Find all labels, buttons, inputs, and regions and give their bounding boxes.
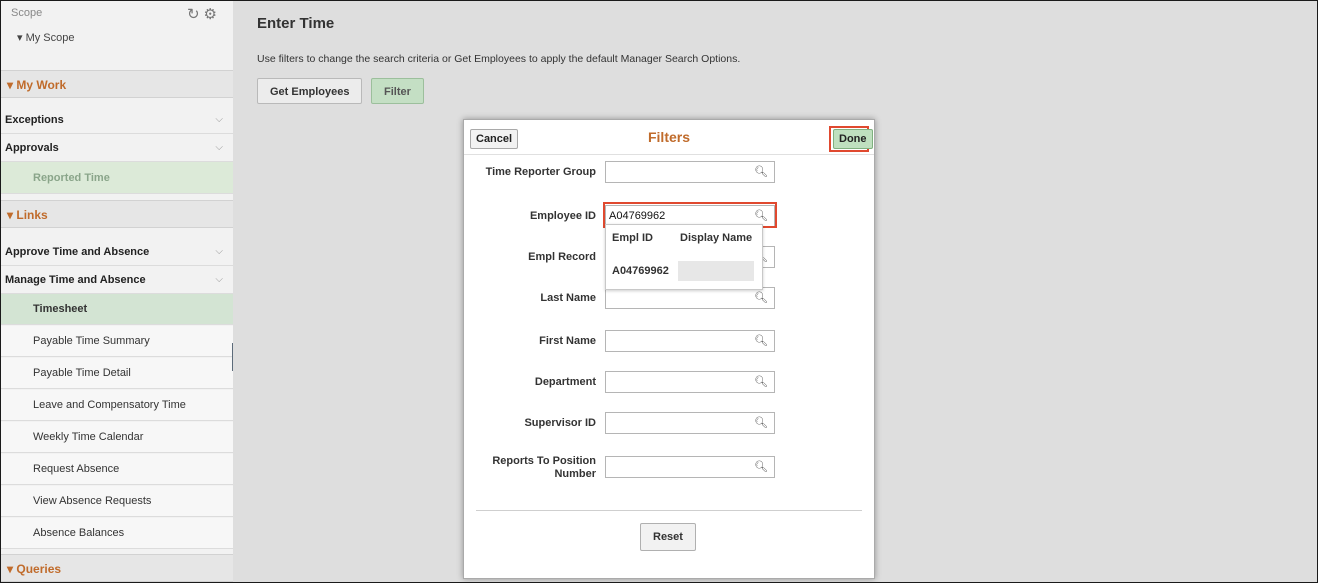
last-name-label: Last Name [540, 292, 596, 304]
nav-weekly-time-calendar[interactable]: Weekly Time Calendar [1, 422, 233, 453]
nav-view-absence-requests-label: View Absence Requests [33, 495, 152, 507]
scope-title: Scope [11, 7, 43, 19]
scope-panel: Scope ↻⚙ ▾ My Scope [1, 1, 233, 65]
reports-to-label-line1: Reports To Position [492, 455, 596, 467]
search-icon[interactable]: 🔍︎ [754, 413, 768, 433]
nav-view-absence-requests[interactable]: View Absence Requests [1, 486, 233, 517]
suggestion-col-empl-id: Empl ID [612, 232, 653, 244]
nav-payable-time-detail-label: Payable Time Detail [33, 367, 131, 379]
modal-divider [476, 510, 862, 511]
empl-record-label: Empl Record [528, 251, 596, 263]
nav-manage-time-absence-label: Manage Time and Absence [5, 274, 146, 286]
sidebar: Scope ↻⚙ ▾ My Scope ▾ My Work Exceptions… [1, 1, 234, 582]
nav-manage-time-absence[interactable]: Manage Time and Absence ⌵ [1, 266, 233, 294]
department-label: Department [534, 376, 596, 388]
reports-to-position-label: Reports To Position Number [464, 455, 596, 481]
get-employees-button[interactable]: Get Employees [257, 78, 363, 104]
nav-request-absence-label: Request Absence [33, 463, 120, 475]
instructions-text: Use filters to change the search criteri… [257, 53, 741, 65]
page-title: Enter Time [257, 15, 335, 32]
done-button[interactable]: Done [833, 129, 873, 149]
search-icon[interactable]: 🔍︎ [754, 331, 768, 351]
filter-button[interactable]: Filter [371, 78, 424, 104]
section-my-work-label: My Work [16, 78, 67, 92]
scope-toolbar: ↻⚙ [187, 5, 221, 23]
suggestion-empl-id: A04769962 [612, 265, 669, 277]
supervisor-id-input[interactable]: 🔍︎ [605, 412, 775, 434]
section-queries[interactable]: ▾ Queries [1, 554, 233, 582]
time-reporter-group-label: Time Reporter Group [485, 166, 596, 178]
nav-request-absence[interactable]: Request Absence [1, 454, 233, 485]
nav-weekly-time-calendar-label: Weekly Time Calendar [33, 431, 144, 443]
nav-timesheet-label: Timesheet [33, 303, 88, 315]
suggestion-display-name-redacted [678, 261, 754, 281]
reports-to-label-line2: Number [554, 468, 596, 480]
refresh-icon[interactable]: ↻ [187, 6, 204, 23]
nav-exceptions-label: Exceptions [5, 114, 64, 126]
gear-icon[interactable]: ⚙ [204, 6, 221, 23]
first-name-label: First Name [539, 335, 596, 347]
nav-approve-time-absence[interactable]: Approve Time and Absence ⌵ [1, 238, 233, 266]
nav-timesheet[interactable]: Timesheet [1, 294, 233, 325]
department-input[interactable]: 🔍︎ [605, 371, 775, 393]
section-my-work[interactable]: ▾ My Work [1, 70, 233, 98]
chevron-down-icon: ⌵ [215, 246, 223, 257]
nav-payable-time-detail[interactable]: Payable Time Detail [1, 358, 233, 389]
section-links[interactable]: ▾ Links [1, 200, 233, 228]
nav-exceptions[interactable]: Exceptions ⌵ [1, 106, 233, 134]
modal-header: Cancel Filters Done [464, 120, 874, 155]
nav-reported-time[interactable]: Reported Time [1, 162, 233, 194]
suggestion-col-display-name: Display Name [680, 232, 753, 244]
supervisor-id-label: Supervisor ID [524, 417, 596, 429]
scope-item-my-scope[interactable]: ▾ My Scope [17, 31, 75, 44]
employee-id-label: Employee ID [529, 210, 596, 222]
nav-absence-balances-label: Absence Balances [33, 527, 125, 539]
chevron-down-icon: ⌵ [215, 142, 223, 153]
nav-approvals[interactable]: Approvals ⌵ [1, 134, 233, 162]
search-icon[interactable]: 🔍︎ [754, 162, 768, 182]
nav-payable-time-summary[interactable]: Payable Time Summary [1, 326, 233, 357]
nav-approvals-label: Approvals [5, 142, 59, 154]
reset-button[interactable]: Reset [640, 523, 696, 551]
nav-absence-balances[interactable]: Absence Balances [1, 518, 233, 549]
last-name-input[interactable]: 🔍︎ [605, 287, 775, 309]
nav-leave-comp-time-label: Leave and Compensatory Time [33, 399, 186, 411]
app-frame: Scope ↻⚙ ▾ My Scope ▾ My Work Exceptions… [0, 0, 1318, 583]
modal-title: Filters [647, 129, 690, 145]
search-icon[interactable]: 🔍︎ [754, 288, 768, 308]
scope-item-label: My Scope [25, 32, 75, 44]
chevron-down-icon: ⌵ [215, 274, 223, 285]
section-queries-label: Queries [16, 562, 62, 576]
filters-modal: Cancel Filters Done Time Reporter Group … [463, 119, 875, 579]
reports-to-position-input[interactable]: 🔍︎ [605, 456, 775, 478]
employee-id-suggestions: Empl ID Display Name A04769962 [605, 224, 763, 290]
nav-payable-time-summary-label: Payable Time Summary [33, 335, 150, 347]
chevron-down-icon: ⌵ [215, 114, 223, 125]
search-icon[interactable]: 🔍︎ [754, 457, 768, 477]
search-icon[interactable]: 🔍︎ [754, 372, 768, 392]
nav-approve-time-absence-label: Approve Time and Absence [5, 246, 150, 258]
first-name-input[interactable]: 🔍︎ [605, 330, 775, 352]
nav-reported-time-label: Reported Time [33, 172, 110, 184]
time-reporter-group-input[interactable]: 🔍︎ [605, 161, 775, 183]
nav-leave-comp-time[interactable]: Leave and Compensatory Time [1, 390, 233, 421]
section-links-label: Links [16, 208, 48, 222]
